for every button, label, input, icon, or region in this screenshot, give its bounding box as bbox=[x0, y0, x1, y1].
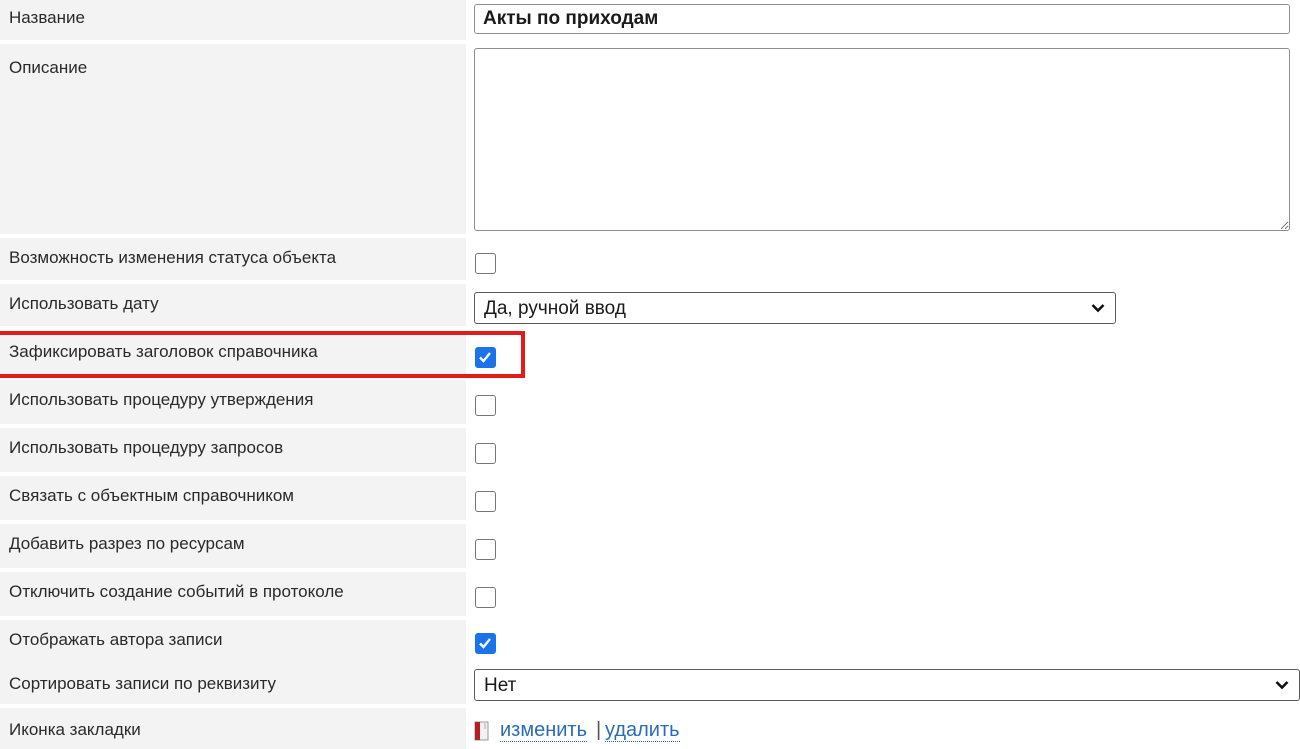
label-use-date: Использовать дату bbox=[9, 294, 159, 313]
row-use-date: Использовать дату Да, ручной ввод bbox=[0, 284, 1300, 326]
requests-checkbox[interactable] bbox=[475, 443, 496, 464]
field-label: Добавить разрез по ресурсам bbox=[0, 524, 466, 568]
field-label: Использовать процедуру запросов bbox=[0, 428, 466, 472]
description-textarea[interactable] bbox=[474, 48, 1290, 231]
row-fix-header: Зафиксировать заголовок справочника bbox=[0, 332, 1300, 376]
name-input[interactable] bbox=[474, 4, 1290, 34]
label-show-author: Отображать автора записи bbox=[9, 630, 223, 649]
field-label: Иконка закладки bbox=[0, 708, 466, 749]
use-date-value: Да, ручной ввод bbox=[484, 298, 626, 319]
field-label: Сортировать записи по реквизиту bbox=[0, 664, 466, 704]
check-icon bbox=[479, 638, 491, 649]
approval-checkbox[interactable] bbox=[475, 395, 496, 416]
label-sort-by: Сортировать записи по реквизиту bbox=[9, 674, 276, 693]
resource-cut-checkbox[interactable] bbox=[475, 539, 496, 560]
disable-events-checkbox[interactable] bbox=[475, 587, 496, 608]
change-icon-link[interactable]: изменить bbox=[500, 719, 588, 742]
status-change-checkbox[interactable] bbox=[475, 253, 496, 274]
use-date-select[interactable]: Да, ручной ввод bbox=[474, 292, 1116, 324]
field-label: Использовать дату bbox=[0, 284, 466, 326]
field-label: Связать с объектным справочником bbox=[0, 476, 466, 520]
row-tab-icon: Иконка закладки изменить | удалить bbox=[0, 708, 1300, 749]
row-approval: Использовать процедуру утверждения bbox=[0, 380, 1300, 424]
row-link-object: Связать с объектным справочником bbox=[0, 476, 1300, 520]
row-show-author: Отображать автора записи bbox=[0, 620, 1300, 664]
link-object-checkbox[interactable] bbox=[475, 491, 496, 512]
field-label: Название bbox=[0, 0, 466, 40]
label-disable-events: Отключить создание событий в протоколе bbox=[9, 582, 344, 601]
sort-by-value: Нет bbox=[484, 675, 517, 696]
label-requests: Использовать процедуру запросов bbox=[9, 438, 284, 457]
field-label: Описание bbox=[0, 44, 466, 234]
check-icon bbox=[479, 352, 491, 363]
label-tab-icon: Иконка закладки bbox=[9, 720, 141, 739]
label-status-change: Возможность изменения статуса объекта bbox=[9, 248, 337, 267]
field-label: Возможность изменения статуса объекта bbox=[0, 238, 466, 280]
link-separator: | bbox=[596, 719, 602, 741]
chevron-down-icon bbox=[1275, 681, 1289, 690]
field-label: Зафиксировать заголовок справочника bbox=[0, 332, 466, 376]
field-label: Отображать автора записи bbox=[0, 620, 466, 664]
field-label: Отключить создание событий в протоколе bbox=[0, 572, 466, 616]
row-disable-events: Отключить создание событий в протоколе bbox=[0, 572, 1300, 616]
fix-header-checkbox[interactable] bbox=[475, 347, 496, 368]
label-approval: Использовать процедуру утверждения bbox=[9, 390, 314, 409]
row-name: Название bbox=[0, 0, 1300, 40]
show-author-checkbox[interactable] bbox=[475, 633, 496, 654]
label-resource-cut: Добавить разрез по ресурсам bbox=[9, 534, 245, 553]
row-status-change: Возможность изменения статуса объекта bbox=[0, 238, 1300, 280]
row-sort-by: Сортировать записи по реквизиту Нет bbox=[0, 664, 1300, 704]
sort-by-select[interactable]: Нет bbox=[474, 669, 1300, 701]
row-description: Описание bbox=[0, 44, 1300, 234]
label-name: Название bbox=[9, 8, 85, 27]
label-fix-header: Зафиксировать заголовок справочника bbox=[9, 342, 318, 361]
delete-icon-link[interactable]: удалить bbox=[605, 719, 680, 742]
row-resource-cut: Добавить разрез по ресурсам bbox=[0, 524, 1300, 568]
label-link-object: Связать с объектным справочником bbox=[9, 486, 294, 505]
label-description: Описание bbox=[9, 58, 88, 77]
field-label: Использовать процедуру утверждения bbox=[0, 380, 466, 424]
chevron-down-icon bbox=[1091, 304, 1105, 313]
row-requests: Использовать процедуру запросов bbox=[0, 428, 1300, 472]
book-icon bbox=[474, 721, 489, 741]
